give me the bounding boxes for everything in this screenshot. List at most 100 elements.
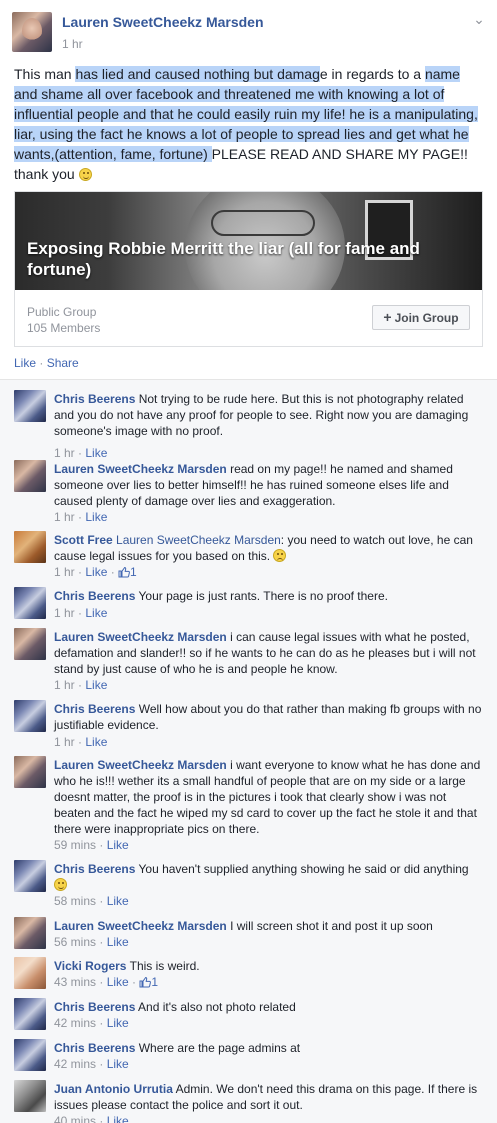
avatar[interactable] [14,460,46,492]
separator: · [74,606,86,620]
comment-like-link[interactable]: Like [107,1057,129,1071]
comment-like-link[interactable]: Like [85,510,107,524]
comment-text: Chris Beerens You haven't supplied anyth… [54,861,484,893]
avatar[interactable] [14,531,46,563]
comment-author[interactable]: Lauren SweetCheekz Marsden [54,462,227,476]
comment-like-link[interactable]: Like [107,935,129,949]
comment-author[interactable]: Juan Antonio Urrutia [54,1082,173,1096]
comment-author[interactable]: Chris Beerens [54,1041,135,1055]
smile-emoji-icon [78,168,92,181]
comment-meta: 1 hr · Like [54,446,107,460]
post-like-link[interactable]: Like [14,356,36,370]
comment-author[interactable]: Lauren SweetCheekz Marsden [54,758,227,772]
comment-text: Chris Beerens Where are the page admins … [54,1040,484,1056]
separator: · [74,510,86,524]
comment-like-link[interactable]: Like [85,446,107,460]
comment-like-link[interactable]: Like [85,735,107,749]
comment-meta: 1 hr · Like [54,678,107,692]
avatar[interactable] [14,756,46,788]
plus-icon: + [383,309,392,325]
avatar[interactable] [14,390,46,422]
smile-emoji-icon [54,878,67,891]
avatar[interactable] [14,998,46,1030]
comment-meta: 56 mins · Like [54,935,129,949]
comment-body: Your page is just rants. There is no pro… [138,589,388,603]
comment-text: Lauren SweetCheekz Marsden read on my pa… [54,461,484,509]
comment-time[interactable]: 1 hr [54,446,75,460]
comment-author[interactable]: Lauren SweetCheekz Marsden [54,919,227,933]
cover-photo-glasses [211,210,315,236]
comment-like-link[interactable]: Like [107,894,129,908]
comment-author[interactable]: Chris Beerens [54,392,135,406]
shared-group-card[interactable]: Exposing Robbie Merritt the liar (all fo… [14,191,483,347]
comment-time[interactable]: 56 mins [54,935,96,949]
comment-text: Vicki Rogers This is weird. [54,958,484,974]
comment-meta: 1 hr · Like [54,510,107,524]
comment-time[interactable]: 1 hr [54,606,75,620]
post-share-link[interactable]: Share [47,356,79,370]
separator: · [74,446,86,460]
comment-time[interactable]: 1 hr [54,735,75,749]
comment-meta: 1 hr · Like [54,606,107,620]
join-group-button[interactable]: + Join Group [372,305,470,330]
avatar[interactable] [14,917,46,949]
comment-time[interactable]: 59 mins [54,838,96,852]
group-title[interactable]: Exposing Robbie Merritt the liar (all fo… [27,238,467,280]
post-timestamp[interactable]: 1 hr [62,37,83,51]
post-actions: Like · Share [14,356,79,370]
post: Lauren SweetCheekz Marsden 1 hr ⌄ This m… [0,0,497,378]
comment-like-count[interactable]: 1 [151,975,158,989]
group-member-count: 105 Members [27,321,101,335]
comment-author[interactable]: Vicki Rogers [54,959,126,973]
avatar[interactable] [14,587,46,619]
avatar[interactable] [14,957,46,989]
comment-meta: 58 mins · Like [54,894,129,908]
comment-meta: 42 mins · Like [54,1016,129,1030]
comment-author[interactable]: Lauren SweetCheekz Marsden [54,630,227,644]
comment-author[interactable]: Chris Beerens [54,862,135,876]
comment-like-link[interactable]: Like [107,838,129,852]
group-cover-image[interactable]: Exposing Robbie Merritt the liar (all fo… [15,192,482,290]
comment-time[interactable]: 1 hr [54,565,75,579]
thumbs-up-icon [118,566,130,578]
comment-like-count[interactable]: 1 [130,565,137,579]
comment-time[interactable]: 42 mins [54,1016,96,1030]
avatar[interactable] [14,860,46,892]
comment-time[interactable]: 1 hr [54,510,75,524]
comment-text: Chris Beerens And it's also not photo re… [54,999,484,1015]
avatar[interactable] [14,1080,46,1112]
comment-like-link[interactable]: Like [85,678,107,692]
comment-body: You haven't supplied anything showing he… [138,862,469,876]
comment-like-link[interactable]: Like [85,606,107,620]
avatar[interactable] [14,700,46,732]
comment-like-link[interactable]: Like [107,975,129,989]
separator: · [96,1114,107,1123]
comment-time[interactable]: 58 mins [54,894,96,908]
chevron-down-icon[interactable]: ⌄ [470,10,488,28]
avatar[interactable] [14,628,46,660]
comment-author[interactable]: Chris Beerens [54,589,135,603]
comment-author[interactable]: Chris Beerens [54,1000,135,1014]
comment-meta: 42 mins · Like [54,1057,129,1071]
comment-author[interactable]: Scott Free [54,533,113,547]
separator: · [74,565,86,579]
author-avatar[interactable] [12,12,52,52]
sad-emoji-icon [273,549,287,562]
comment-time[interactable]: 1 hr [54,678,75,692]
comment-text: Chris Beerens Your page is just rants. T… [54,588,484,604]
group-type: Public Group [27,305,97,319]
comment-like-link[interactable]: Like [85,565,107,579]
comment-time[interactable]: 42 mins [54,1057,96,1071]
separator: · [96,838,107,852]
comment-like-link[interactable]: Like [107,1114,129,1123]
comment-like-link[interactable]: Like [107,1016,129,1030]
avatar[interactable] [14,1039,46,1071]
post-author-name[interactable]: Lauren SweetCheekz Marsden [62,14,264,30]
separator: · [96,975,107,989]
comment-time[interactable]: 43 mins [54,975,96,989]
comment-mention[interactable]: Lauren SweetCheekz Marsden [116,533,281,547]
separator: · [74,735,86,749]
comment-time[interactable]: 40 mins [54,1114,96,1123]
comment-author[interactable]: Chris Beerens [54,702,135,716]
comments-section: Chris Beerens Not trying to be rude here… [0,379,497,1123]
